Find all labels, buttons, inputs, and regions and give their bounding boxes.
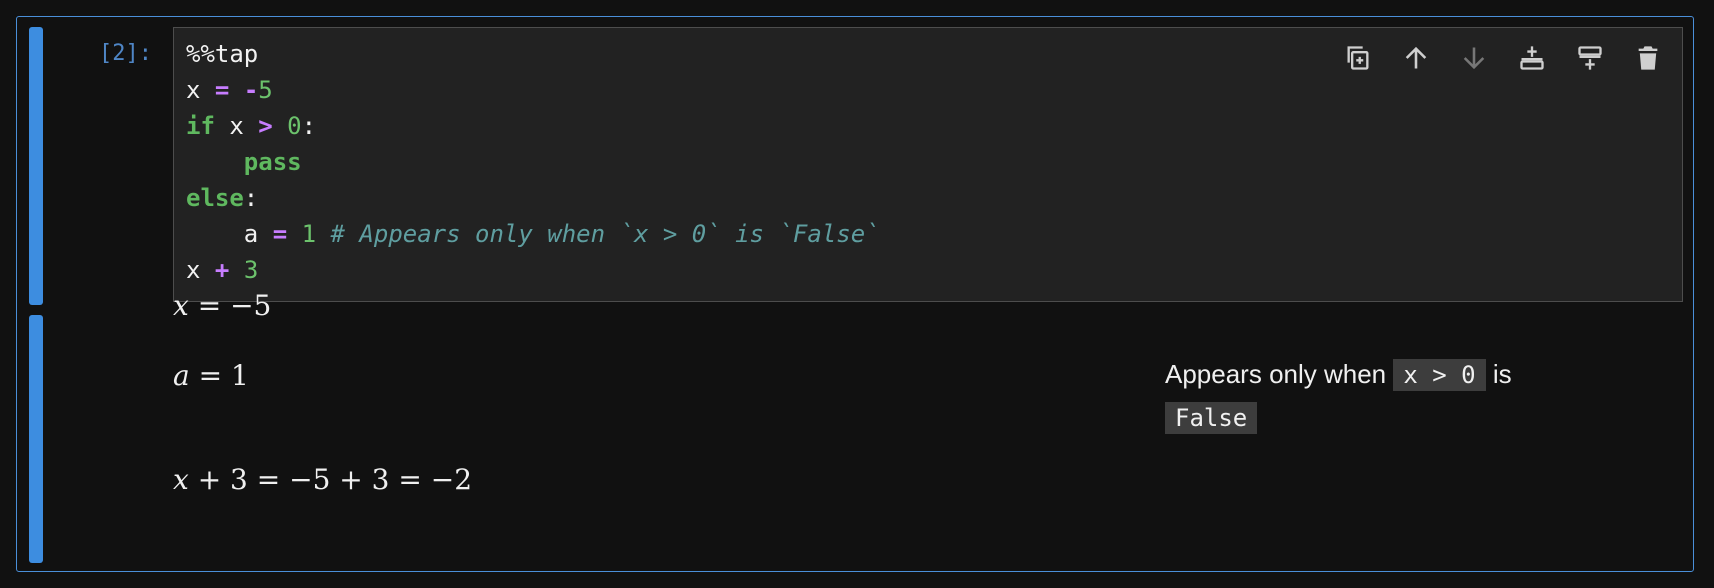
code-token-num: 3 bbox=[243, 256, 259, 284]
math-equals: = bbox=[189, 359, 231, 392]
insert-above-button[interactable] bbox=[1514, 40, 1550, 76]
arrow-down-icon bbox=[1463, 47, 1485, 70]
code-token-kw: if bbox=[186, 112, 215, 140]
code-line[interactable]: if x > 0: bbox=[186, 108, 880, 144]
code-token: : bbox=[301, 112, 317, 140]
delete-cell-button[interactable] bbox=[1630, 40, 1666, 76]
annotation-prefix: Appears only when bbox=[1165, 359, 1394, 389]
code-token: x bbox=[186, 256, 215, 284]
output-collapser[interactable] bbox=[29, 315, 43, 563]
annotation-code-false: False bbox=[1165, 402, 1258, 434]
move-up-button[interactable] bbox=[1398, 40, 1434, 76]
code-token-num: 1 bbox=[301, 220, 317, 248]
output-line-x: x = −5 bbox=[173, 289, 271, 322]
code-token: %%tap bbox=[186, 40, 259, 68]
insert-above-icon bbox=[1520, 46, 1544, 70]
arrow-up-icon bbox=[1405, 46, 1427, 69]
math-var-x: x bbox=[173, 463, 189, 496]
move-down-button[interactable] bbox=[1456, 40, 1492, 76]
math-value: 1 bbox=[230, 359, 249, 392]
annotation-text: Appears only when x > 0 is False bbox=[1165, 353, 1565, 439]
code-token: x bbox=[186, 76, 215, 104]
code-line[interactable]: x + 3 bbox=[186, 252, 880, 288]
code-token: x bbox=[214, 112, 259, 140]
trash-icon bbox=[1638, 46, 1658, 70]
input-collapser[interactable] bbox=[29, 27, 43, 305]
insert-below-icon bbox=[1578, 46, 1602, 70]
code-token-op: - bbox=[243, 76, 259, 104]
code-line[interactable]: x = -5 bbox=[186, 72, 880, 108]
execution-count-prompt: [2]: bbox=[99, 41, 152, 66]
code-token-kw: pass bbox=[243, 148, 302, 176]
code-line[interactable]: pass bbox=[186, 144, 880, 180]
code-token-op: = bbox=[272, 220, 288, 248]
output-line-a: a = 1 bbox=[173, 359, 249, 392]
math-equals: = bbox=[188, 289, 231, 322]
math-expression: + 3 = −5 + 3 = −2 bbox=[188, 463, 473, 496]
code-token-num: 5 bbox=[258, 76, 273, 104]
copy-plus-icon bbox=[1347, 46, 1369, 70]
code-token-op: = bbox=[214, 76, 230, 104]
notebook-cell[interactable]: [2]: %%tap x = -5 if x > 0: pass else: a = … bbox=[16, 16, 1694, 572]
code-content[interactable]: %%tap x = -5 if x > 0: pass else: a = 1 # A… bbox=[186, 36, 880, 288]
code-token-kw: else bbox=[186, 184, 244, 212]
code-token: a bbox=[186, 220, 273, 248]
code-line[interactable]: a = 1 # Appears only when `x > 0` is `Fa… bbox=[186, 216, 880, 252]
annotation-middle: is bbox=[1485, 359, 1512, 389]
code-token: : bbox=[243, 184, 259, 212]
code-line[interactable]: %%tap bbox=[186, 36, 880, 72]
code-token-num: 0 bbox=[287, 112, 302, 140]
insert-below-button[interactable] bbox=[1572, 40, 1608, 76]
code-editor[interactable]: %%tap x = -5 if x > 0: pass else: a = 1 # A… bbox=[173, 27, 1683, 302]
math-var-x: x bbox=[173, 289, 189, 322]
code-line[interactable]: else: bbox=[186, 180, 880, 216]
cell-toolbar bbox=[1340, 40, 1666, 76]
annotation-code-condition: x > 0 bbox=[1393, 359, 1486, 391]
code-token-op: + bbox=[214, 256, 230, 284]
output-line-sum: x + 3 = −5 + 3 = −2 bbox=[173, 463, 472, 496]
code-token-cmt: # Appears only when `x > 0` is `False` bbox=[330, 220, 880, 248]
math-value: −5 bbox=[230, 289, 272, 322]
math-var-a: a bbox=[173, 359, 190, 392]
code-token-op: > bbox=[258, 112, 273, 140]
duplicate-cell-button[interactable] bbox=[1340, 40, 1376, 76]
